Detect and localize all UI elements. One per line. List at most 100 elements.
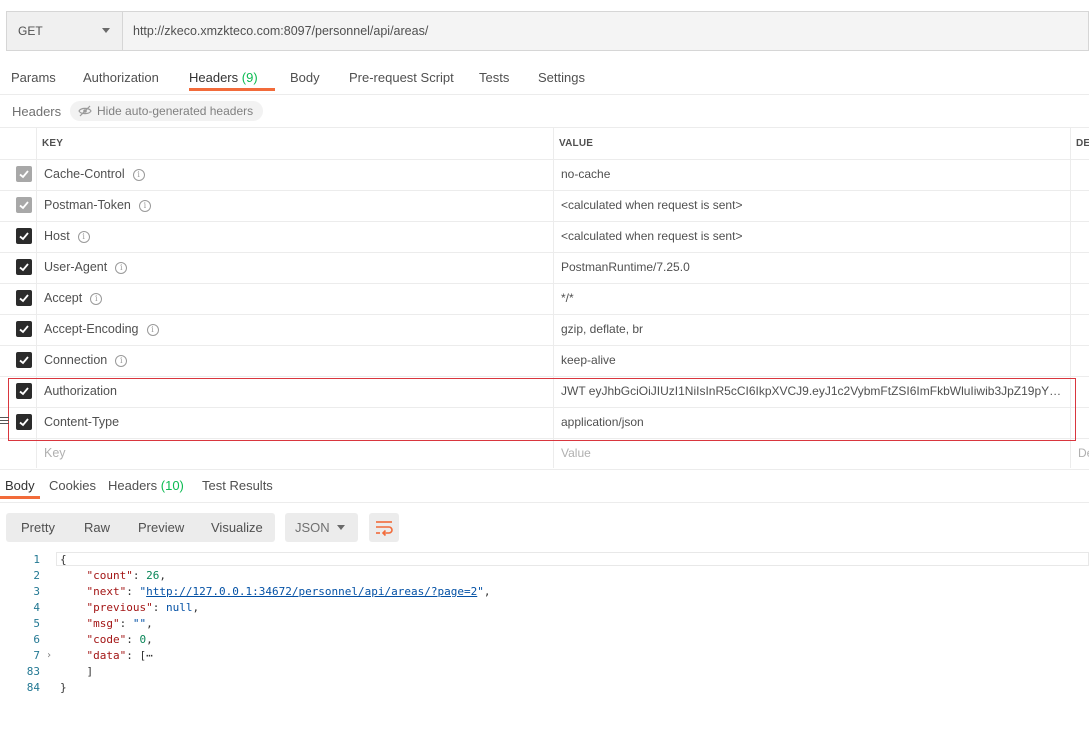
line-number: 6 xyxy=(33,633,40,646)
format-select[interactable]: JSON xyxy=(285,513,358,542)
tab-authorization[interactable]: Authorization xyxy=(83,62,159,93)
row-checkbox[interactable] xyxy=(16,321,32,337)
check-icon xyxy=(19,170,29,179)
tab-label: Body xyxy=(290,70,320,85)
tab-cookies[interactable]: Cookies xyxy=(49,470,96,501)
tab-label: Tests xyxy=(479,70,510,85)
new-header-row: Key Value De xyxy=(0,438,1089,469)
header-key-text: Cache-Control xyxy=(44,167,125,181)
new-description-input[interactable]: De xyxy=(1078,438,1089,469)
table-row: Host i <calculated when request is sent> xyxy=(0,221,1089,253)
tab-label: Headers xyxy=(108,478,158,493)
json-null: null xyxy=(165,601,193,614)
code-line: 2 "count": 26, xyxy=(0,568,1089,584)
view-pretty-button[interactable]: Pretty xyxy=(21,513,55,542)
code-text: { xyxy=(60,552,67,568)
wrap-lines-icon xyxy=(376,521,393,537)
line-number: 83 xyxy=(26,665,40,678)
tab-response-body[interactable]: Body xyxy=(0,470,40,499)
row-checkbox[interactable] xyxy=(16,259,32,275)
tab-label: Authorization xyxy=(83,70,159,85)
header-key: User-Agent i xyxy=(44,252,128,283)
header-key-text: Host xyxy=(44,229,70,243)
tab-pre-request-script[interactable]: Pre-request Script xyxy=(349,62,454,93)
row-checkbox[interactable] xyxy=(16,197,32,213)
check-icon xyxy=(19,294,29,303)
tab-response-headers[interactable]: Headers (10) xyxy=(108,470,184,501)
json-link[interactable]: http://127.0.0.1:34672/personnel/api/are… xyxy=(146,585,477,598)
line-number: 7 xyxy=(33,649,40,662)
headers-section-title: Headers xyxy=(12,104,62,119)
header-key: Host i xyxy=(44,221,90,252)
new-value-input[interactable]: Value xyxy=(561,438,1066,469)
header-value: <calculated when request is sent> xyxy=(561,229,743,243)
tab-label: Test Results xyxy=(202,478,273,493)
drag-handle-icon[interactable] xyxy=(0,417,9,426)
code-text: "count": 26, xyxy=(86,569,166,582)
info-icon[interactable]: i xyxy=(115,354,128,367)
table-row: Accept-Encoding i gzip, deflate, br xyxy=(0,314,1089,346)
code-line: 83 ] xyxy=(0,664,1089,680)
chevron-down-icon xyxy=(337,525,345,530)
header-key-text: Connection xyxy=(44,353,108,367)
header-key: Cache-Control i xyxy=(44,159,145,190)
code-line: 5 "msg": "", xyxy=(0,616,1089,632)
header-value: */* xyxy=(561,291,574,305)
tab-label: Params xyxy=(11,70,56,85)
header-value: no-cache xyxy=(561,167,611,181)
tab-settings[interactable]: Settings xyxy=(538,62,585,93)
table-row: Cache-Control i no-cache xyxy=(0,159,1089,191)
row-checkbox[interactable] xyxy=(16,352,32,368)
check-icon xyxy=(19,263,29,272)
response-tabs: Body Cookies Headers (10) Test Results xyxy=(0,469,1089,503)
brace: { xyxy=(60,553,67,566)
info-icon[interactable]: i xyxy=(77,230,90,243)
url-text: http://zkeco.xmzkteco.com:8097/personnel… xyxy=(133,24,429,38)
tab-params[interactable]: Params xyxy=(11,62,56,93)
json-key: "count" xyxy=(86,569,133,582)
code-text: } xyxy=(60,680,67,696)
wrap-lines-button[interactable] xyxy=(369,513,399,542)
code-line: 3 "next": "http://127.0.0.1:34672/person… xyxy=(0,584,1089,600)
view-preview-button[interactable]: Preview xyxy=(138,513,184,542)
info-icon[interactable]: i xyxy=(132,168,145,181)
header-key: Connection i xyxy=(44,345,128,376)
eye-off-icon xyxy=(78,105,92,117)
json-key: "previous" xyxy=(86,601,153,614)
table-row: Accept i */* xyxy=(0,283,1089,315)
collapsed-array[interactable]: [⋯ xyxy=(140,649,153,662)
header-value: <calculated when request is sent> xyxy=(561,198,743,212)
info-icon[interactable]: i xyxy=(115,261,128,274)
row-checkbox[interactable] xyxy=(16,166,32,182)
header-key: Accept-Encoding i xyxy=(44,314,159,345)
tab-headers[interactable]: Headers (9) xyxy=(189,62,275,91)
tab-label: Body xyxy=(5,478,35,493)
row-checkbox[interactable] xyxy=(16,290,32,306)
request-url-bar: GET http://zkeco.xmzkteco.com:8097/perso… xyxy=(6,11,1089,51)
hide-auto-headers-button[interactable]: Hide auto-generated headers xyxy=(70,101,264,121)
line-number: 4 xyxy=(33,601,40,614)
json-key: "msg" xyxy=(86,617,120,630)
row-checkbox[interactable] xyxy=(16,228,32,244)
view-raw-button[interactable]: Raw xyxy=(84,513,110,542)
method-label: GET xyxy=(18,24,43,38)
chevron-right-icon[interactable]: › xyxy=(46,648,52,664)
info-icon[interactable]: i xyxy=(146,323,159,336)
header-key: Postman-Token i xyxy=(44,190,151,221)
view-visualize-button[interactable]: Visualize xyxy=(211,513,263,542)
info-icon[interactable]: i xyxy=(138,199,151,212)
tab-test-results[interactable]: Test Results xyxy=(202,470,273,501)
info-icon[interactable]: i xyxy=(90,292,103,305)
url-input[interactable]: http://zkeco.xmzkteco.com:8097/personnel… xyxy=(122,11,1089,51)
code-text: "next": "http://127.0.0.1:34672/personne… xyxy=(86,585,491,598)
tab-tests[interactable]: Tests xyxy=(479,62,509,93)
code-line: 6 "code": 0, xyxy=(0,632,1089,648)
tab-body[interactable]: Body xyxy=(290,62,320,93)
method-select[interactable]: GET xyxy=(6,11,122,51)
column-header-value: VALUE xyxy=(559,138,594,149)
new-key-input[interactable]: Key xyxy=(44,438,66,469)
code-line: 84 } xyxy=(0,680,1089,696)
code-line: 7 › "data": [⋯ xyxy=(0,648,1089,664)
check-icon xyxy=(19,325,29,334)
header-key: Accept i xyxy=(44,283,103,314)
